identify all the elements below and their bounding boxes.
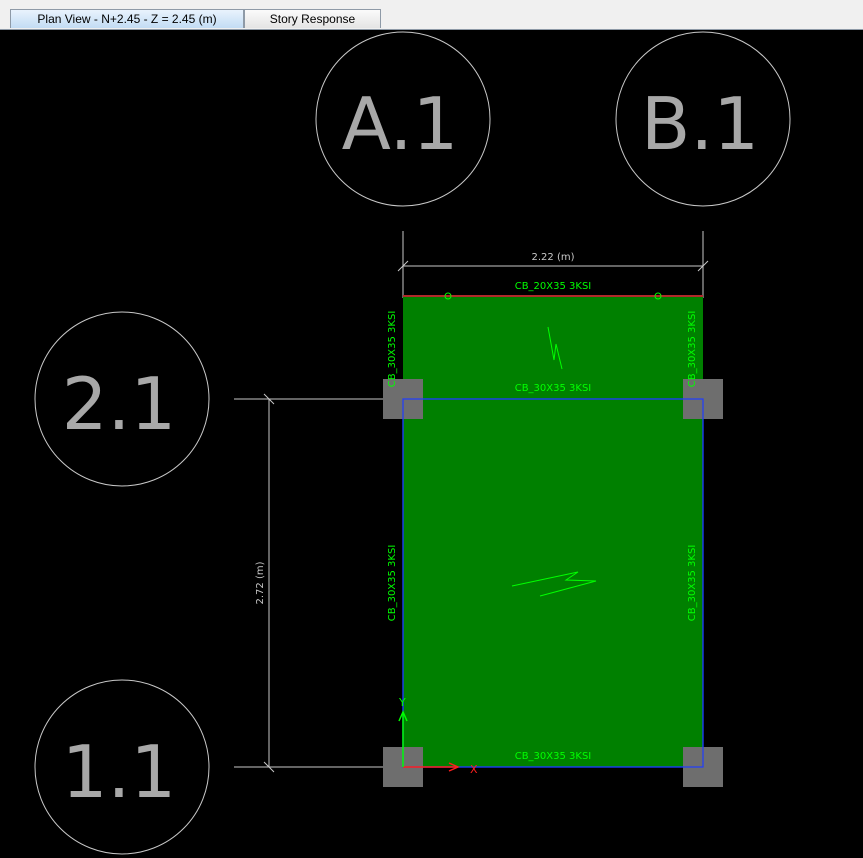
slab-main[interactable] bbox=[402, 398, 704, 768]
x-axis-label: X bbox=[470, 763, 478, 776]
grid-bubble-11[interactable]: 1.1 bbox=[34, 679, 210, 855]
plan-canvas[interactable]: A.1 B.1 2.1 1.1 2.22 (m) 2.72 (m) CB_20X… bbox=[0, 30, 863, 858]
beam-label-middle[interactable]: CB_30X35 3KSI bbox=[515, 383, 592, 394]
grid-bubble-a1[interactable]: A.1 bbox=[315, 31, 491, 207]
grid-bubble-21[interactable]: 2.1 bbox=[34, 311, 210, 487]
grid-bubble-b1[interactable]: B.1 bbox=[615, 31, 791, 207]
beam-label-bottom[interactable]: CB_30X35 3KSI bbox=[515, 751, 592, 762]
dimension-vertical: 2.72 (m) bbox=[255, 393, 275, 773]
beam-label-top[interactable]: CB_20X35 3KSI bbox=[515, 281, 592, 292]
grid-label-11: 1.1 bbox=[62, 730, 177, 814]
view-tab-bar: Plan View - N+2.45 - Z = 2.45 (m) Story … bbox=[0, 7, 863, 30]
y-axis-label: Y bbox=[398, 696, 406, 709]
dimension-horizontal: 2.22 (m) bbox=[397, 252, 709, 272]
dimension-horizontal-label: 2.22 (m) bbox=[532, 252, 575, 263]
grid-label-a1: A.1 bbox=[342, 82, 459, 166]
tab-plan-view[interactable]: Plan View - N+2.45 - Z = 2.45 (m) bbox=[10, 9, 244, 28]
beam-label-right-upper[interactable]: CB_30X35 3KSI bbox=[687, 311, 698, 388]
tab-story-response[interactable]: Story Response bbox=[244, 9, 381, 28]
beam-label-right-lower[interactable]: CB_30X35 3KSI bbox=[687, 545, 698, 622]
beam-label-left-upper[interactable]: CB_30X35 3KSI bbox=[387, 311, 398, 388]
grid-label-21: 2.1 bbox=[62, 362, 177, 446]
dimension-vertical-label: 2.72 (m) bbox=[255, 561, 266, 604]
beam-label-left-lower[interactable]: CB_30X35 3KSI bbox=[387, 545, 398, 622]
grid-label-b1: B.1 bbox=[641, 82, 759, 166]
